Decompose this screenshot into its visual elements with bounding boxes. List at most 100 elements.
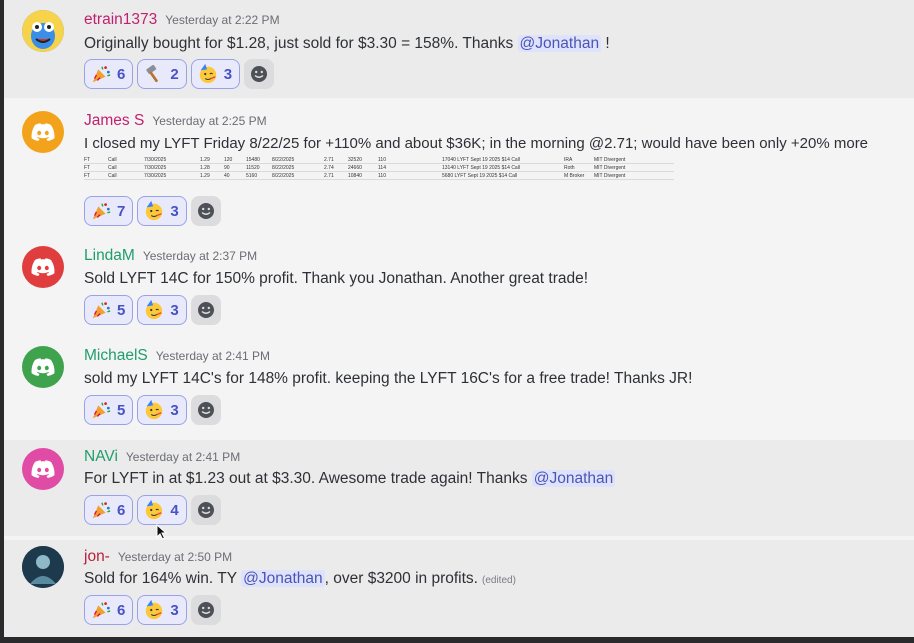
reaction-party-popper[interactable]: 6 bbox=[84, 59, 134, 89]
message-text-part: Sold for 164% win. TY bbox=[84, 570, 242, 587]
discord-logo-icon bbox=[31, 258, 55, 276]
avatar[interactable] bbox=[22, 10, 64, 52]
timestamp: Yesterday at 2:37 PM bbox=[142, 249, 258, 263]
timestamp: Yesterday at 2:25 PM bbox=[152, 114, 267, 128]
partying-face-icon bbox=[146, 599, 163, 620]
add-reaction-button[interactable] bbox=[190, 196, 221, 226]
username[interactable]: James S bbox=[84, 112, 144, 130]
discord-logo-icon bbox=[31, 123, 55, 141]
mention-jonathan[interactable]: @Jonathan bbox=[517, 35, 602, 52]
table-cell: 7/30/2025 bbox=[144, 165, 167, 171]
partying-face-icon bbox=[146, 499, 163, 520]
table-row: FT Call 7/30/2025 1.29 120 15480 8/22/2025 2.71… bbox=[84, 156, 674, 164]
reactions-bar: 6 4 bbox=[84, 495, 221, 525]
table-cell: 8/22/2025 bbox=[272, 173, 295, 179]
reaction-party-popper[interactable]: 5 bbox=[84, 395, 134, 425]
avatar[interactable] bbox=[22, 246, 64, 288]
message-text-part: , over $3200 in profits. bbox=[324, 570, 478, 587]
table-cell: 1.28 bbox=[200, 165, 210, 171]
table-cell: 11520 bbox=[246, 165, 260, 171]
table-cell: 24660 bbox=[348, 165, 362, 171]
add-reaction-button[interactable] bbox=[190, 495, 221, 525]
reaction-hammer[interactable]: 2 bbox=[137, 59, 187, 89]
avatar[interactable] bbox=[22, 448, 64, 490]
table-cell: Call bbox=[108, 165, 117, 171]
reaction-count: 5 bbox=[117, 301, 126, 319]
table-cell: 17040 LYFT Sept 19 2025 $14 Call bbox=[442, 157, 520, 163]
timestamp: Yesterday at 2:50 PM bbox=[117, 550, 233, 564]
reaction-partying-face[interactable]: 3 bbox=[137, 196, 187, 226]
add-reaction-button[interactable] bbox=[190, 295, 221, 325]
mention-jonathan[interactable]: @Jonathan bbox=[241, 570, 325, 587]
table-cell: FT bbox=[84, 173, 91, 179]
avatar[interactable] bbox=[22, 111, 64, 153]
table-cell: 10840 bbox=[348, 173, 362, 179]
reaction-party-popper[interactable]: 6 bbox=[84, 595, 134, 625]
timestamp: Yesterday at 2:22 PM bbox=[165, 13, 280, 27]
partying-face-icon bbox=[146, 200, 163, 221]
add-reaction-button[interactable] bbox=[190, 395, 221, 425]
message-lindam: LindaM Yesterday at 2:37 PM Sold LYFT 14… bbox=[4, 236, 914, 336]
monster-avatar-icon bbox=[22, 10, 64, 52]
party-popper-icon bbox=[92, 203, 111, 220]
reaction-count: 3 bbox=[170, 401, 179, 419]
reaction-partying-face[interactable]: 3 bbox=[137, 295, 187, 325]
reaction-count: 3 bbox=[170, 601, 179, 619]
reaction-count: 7 bbox=[117, 202, 126, 220]
reaction-partying-face[interactable]: 4 bbox=[137, 495, 187, 525]
message-text: Sold LYFT 14C for 150% profit. Thank you… bbox=[84, 270, 589, 287]
message-text-part: Originally bought for $1.28, just sold f… bbox=[84, 35, 518, 52]
reaction-party-popper[interactable]: 6 bbox=[84, 495, 134, 525]
reaction-partying-face[interactable]: 3 bbox=[190, 59, 241, 89]
username[interactable]: NAVi bbox=[84, 448, 118, 466]
reactions-bar: 5 3 bbox=[84, 295, 221, 325]
message-etrain1373: etrain1373 Yesterday at 2:22 PM Original… bbox=[4, 0, 914, 98]
trade-table-image[interactable]: FT Call 7/30/2025 1.29 120 15480 8/22/2025 2.71… bbox=[84, 156, 674, 180]
add-reaction-button[interactable] bbox=[190, 595, 221, 625]
mention-jonathan[interactable]: @Jonathan bbox=[531, 470, 616, 487]
table-cell: Call bbox=[108, 173, 117, 179]
reaction-count: 3 bbox=[170, 301, 179, 319]
table-cell: 1.29 bbox=[200, 157, 210, 163]
message-text-part: ! bbox=[601, 35, 610, 52]
message-navi: NAVi Yesterday at 2:41 PM For LYFT in at… bbox=[4, 440, 914, 536]
avatar[interactable] bbox=[22, 546, 64, 588]
username[interactable]: MichaelS bbox=[84, 347, 148, 365]
add-reaction-button[interactable] bbox=[244, 59, 275, 89]
reaction-party-popper[interactable]: 7 bbox=[84, 196, 134, 226]
reaction-party-popper[interactable]: 5 bbox=[84, 295, 134, 325]
reaction-count: 5 bbox=[117, 401, 126, 419]
add-reaction-icon bbox=[197, 502, 214, 518]
partying-face-icon bbox=[146, 299, 163, 320]
table-cell: FT bbox=[84, 165, 91, 171]
reactions-bar: 7 3 bbox=[84, 196, 221, 226]
reaction-partying-face[interactable]: 3 bbox=[137, 395, 187, 425]
partying-face-icon bbox=[199, 63, 216, 84]
username[interactable]: jon- bbox=[84, 548, 110, 566]
edited-label: (edited) bbox=[482, 575, 516, 586]
message-text: Originally bought for $1.28, just sold f… bbox=[84, 35, 610, 53]
reactions-bar: 5 3 bbox=[84, 395, 221, 425]
timestamp: Yesterday at 2:41 PM bbox=[125, 450, 241, 464]
message-text: Sold for 164% win. TY @Jonathan, over $3… bbox=[84, 570, 516, 588]
reaction-partying-face[interactable]: 3 bbox=[137, 595, 187, 625]
table-cell: IRA bbox=[564, 157, 573, 163]
message-text: I closed my LYFT Friday 8/22/25 for +110… bbox=[84, 135, 869, 152]
reaction-count: 6 bbox=[117, 65, 126, 83]
avatar[interactable] bbox=[22, 346, 64, 388]
table-cell: 90 bbox=[224, 165, 230, 171]
username[interactable]: etrain1373 bbox=[84, 11, 157, 29]
table-cell: MIT Divergent bbox=[594, 165, 626, 171]
add-reaction-icon bbox=[197, 402, 214, 418]
party-popper-icon bbox=[92, 402, 111, 419]
hammer-icon bbox=[146, 64, 159, 83]
reaction-count: 3 bbox=[223, 65, 233, 83]
username[interactable]: LindaM bbox=[84, 247, 135, 265]
reaction-count: 4 bbox=[170, 501, 179, 519]
message-michaels: MichaelS Yesterday at 2:41 PM sold my LY… bbox=[4, 336, 914, 440]
timestamp: Yesterday at 2:41 PM bbox=[155, 349, 271, 363]
party-popper-icon bbox=[92, 602, 111, 619]
table-cell: 110 bbox=[378, 173, 386, 179]
discord-logo-icon bbox=[31, 460, 55, 478]
reaction-count: 2 bbox=[170, 65, 179, 83]
